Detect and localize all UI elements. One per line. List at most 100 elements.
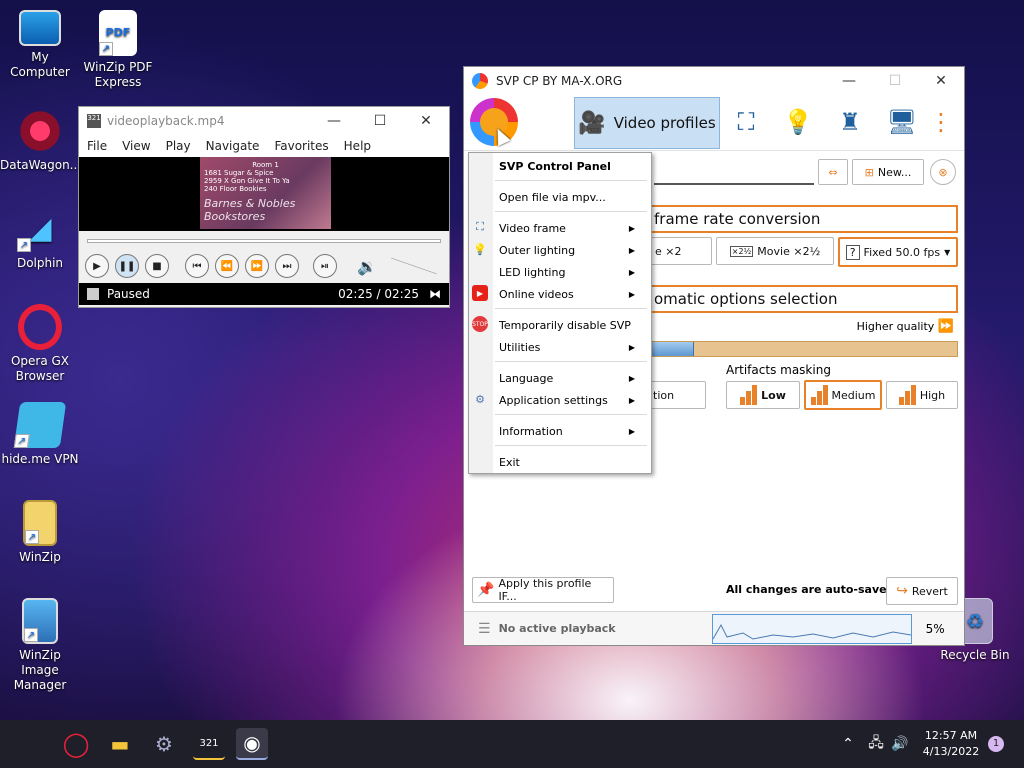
menu-view[interactable]: View <box>122 139 150 153</box>
stop-button[interactable]: ■ <box>145 254 169 278</box>
close-button[interactable]: ✕ <box>918 73 964 89</box>
volume-icon[interactable]: 🔊 <box>884 728 916 760</box>
artifacts-high-button[interactable]: High <box>886 381 958 409</box>
seek-bar[interactable] <box>79 231 449 249</box>
left-option-button[interactable]: tion <box>650 381 706 409</box>
new-profile-button[interactable]: ⊞ New... <box>852 159 924 185</box>
minimize-button[interactable]: — <box>311 113 357 129</box>
desktop-icon-winzip-pdf[interactable]: PDF ↗ WinZip PDF Express <box>78 10 158 90</box>
menu-item-label: LED lighting <box>499 265 566 279</box>
minimize-button[interactable]: — <box>826 73 872 89</box>
poster-line: 2959 X Gon Give It To Ya <box>204 177 290 185</box>
notification-badge[interactable]: 1 <box>988 736 1004 752</box>
menu-item-disable-svp[interactable]: Temporarily disable SVP <box>499 314 643 336</box>
menu-item-information[interactable]: Information ▶ <box>499 420 643 442</box>
desktop-icon-hideme[interactable]: ↗ hide.me VPN <box>0 402 80 467</box>
menu-item-label: Application settings <box>499 393 608 407</box>
menu-separator <box>495 211 647 212</box>
desktop-icon-opera-gx[interactable]: Opera GX Browser <box>0 304 80 384</box>
more-menu-icon[interactable]: ⋮ <box>926 103 956 141</box>
menu-item-open-file[interactable]: Open file via mpv... <box>499 186 643 208</box>
maximize-button[interactable]: ☐ <box>357 113 403 129</box>
led-icon[interactable]: ♜ <box>830 103 870 141</box>
next-button[interactable]: ⏭ <box>275 254 299 278</box>
cpu-graph <box>711 613 912 644</box>
frc-section-header[interactable]: frame rate conversion <box>650 205 958 233</box>
frc-option-label: Fixed 50.0 fps <box>863 245 941 259</box>
menu-item-video-frame[interactable]: Video frame ▶ <box>499 217 643 239</box>
menu-item-app-settings[interactable]: Application settings ▶ <box>499 389 643 411</box>
rewind-button[interactable]: ⏪ <box>215 254 239 278</box>
media-player-taskbar-icon[interactable]: 321 <box>193 728 225 760</box>
monitor-stats-icon[interactable]: 🖥 <box>882 103 922 141</box>
artifacts-low-button[interactable]: Low <box>726 381 800 409</box>
close-button[interactable]: ✕ <box>403 113 449 129</box>
desktop-icon-dolphin[interactable]: ◢ ↗ Dolphin <box>0 206 80 271</box>
volume-slider[interactable] <box>390 258 437 274</box>
revert-button[interactable]: ↪ Revert <box>886 577 958 605</box>
frc-label: frame rate conversion <box>654 210 821 228</box>
delete-profile-button[interactable]: ⊗ <box>930 159 956 185</box>
play-button[interactable]: ▶ <box>85 254 109 278</box>
frc-option-x2[interactable]: e ×2 <box>650 237 712 265</box>
player-menubar: File View Play Navigate Favorites Help <box>79 135 449 157</box>
menu-help[interactable]: Help <box>344 139 371 153</box>
volume-icon[interactable]: 🔉 <box>357 257 377 276</box>
apply-profile-button[interactable]: 📌 Apply this profile IF... <box>472 577 614 603</box>
menu-item-label: Online videos <box>499 287 574 301</box>
desktop-icon-winzip[interactable]: ↗ WinZip <box>0 500 80 565</box>
menu-play[interactable]: Play <box>166 139 191 153</box>
menu-item-label: Outer lighting <box>499 243 576 257</box>
menu-item-language[interactable]: Language ▶ <box>499 367 643 389</box>
desktop-icon-winzip-image[interactable]: ↗ WinZip Image Manager <box>0 598 80 693</box>
menu-item-outer-lighting[interactable]: Outer lighting ▶ <box>499 239 643 261</box>
quality-slider-fill <box>651 342 694 356</box>
video-frame: Room 1 1681 Sugar & Spice 2959 X Gon Giv… <box>200 157 331 229</box>
desktop-icon-datawagon[interactable]: DataWagon... <box>0 108 82 173</box>
menu-item-utilities[interactable]: Utilities ▶ <box>499 336 643 358</box>
left-option-label: tion <box>653 388 675 402</box>
menu-navigate[interactable]: Navigate <box>206 139 260 153</box>
svp-toolbar: 🎥 Video profiles ⛶ 💡 ♜ 🖥 ⋮ <box>464 95 964 151</box>
menu-item-label: Utilities <box>499 340 541 354</box>
settings-gear-icon[interactable]: ⚙ <box>148 728 180 760</box>
system-clock[interactable]: 12:57 AM 4/13/2022 <box>920 728 982 760</box>
previous-button[interactable]: ⏮ <box>185 254 209 278</box>
frc-option-movie[interactable]: ×2½ Movie ×2½ <box>716 237 834 265</box>
file-explorer-icon[interactable]: ▬ <box>104 728 136 760</box>
profile-name-underline <box>654 183 814 185</box>
datawagon-icon <box>17 108 63 154</box>
frc-option-fixed[interactable]: ? Fixed 50.0 fps ▼ <box>838 237 958 267</box>
menu-favorites[interactable]: Favorites <box>274 139 328 153</box>
frame-step-button[interactable]: ⏯ <box>313 254 337 278</box>
artifacts-medium-button[interactable]: Medium <box>804 380 882 410</box>
revert-icon: ↪ <box>896 583 908 599</box>
maximize-button[interactable]: ☐ <box>872 73 918 89</box>
desktop-icon-label: DataWagon... <box>0 158 82 172</box>
menu-file[interactable]: File <box>87 139 107 153</box>
pause-button[interactable]: ❚❚ <box>115 254 139 278</box>
profile-options-button[interactable]: ⇔ <box>818 159 848 185</box>
video-area[interactable]: Room 1 1681 Sugar & Spice 2959 X Gon Giv… <box>79 157 449 231</box>
auto-options-header[interactable]: omatic options selection <box>650 285 958 313</box>
desktop-icon-label: WinZip Image Manager <box>13 648 67 692</box>
desktop-icon-label: WinZip <box>19 550 61 564</box>
winzip-icon: ↗ <box>23 500 57 546</box>
pin-icon: 📌 <box>477 582 495 598</box>
double-chevron-icon: ⏩ <box>937 319 954 334</box>
menu-item-led-lighting[interactable]: LED lighting ▶ <box>499 261 643 283</box>
quality-slider[interactable] <box>650 341 958 357</box>
lightbulb-icon: 💡 <box>473 242 487 256</box>
menu-separator <box>495 361 647 362</box>
menu-item-label: Open file via mpv... <box>499 190 606 204</box>
svp-taskbar-icon[interactable]: ◉ <box>236 728 268 760</box>
start-windows-icon[interactable] <box>16 732 40 756</box>
desktop-icon-my-computer[interactable]: My Computer <box>0 10 80 80</box>
crop-icon[interactable]: ⛶ <box>726 103 766 141</box>
menu-item-online-videos[interactable]: Online videos ▶ <box>499 283 643 305</box>
menu-item-exit[interactable]: Exit <box>499 451 643 473</box>
opera-taskbar-icon[interactable]: ◯ <box>60 728 92 760</box>
tab-video-profiles[interactable]: 🎥 Video profiles <box>574 97 720 149</box>
forward-button[interactable]: ⏩ <box>245 254 269 278</box>
lightbulb-icon[interactable]: 💡 <box>778 103 818 141</box>
